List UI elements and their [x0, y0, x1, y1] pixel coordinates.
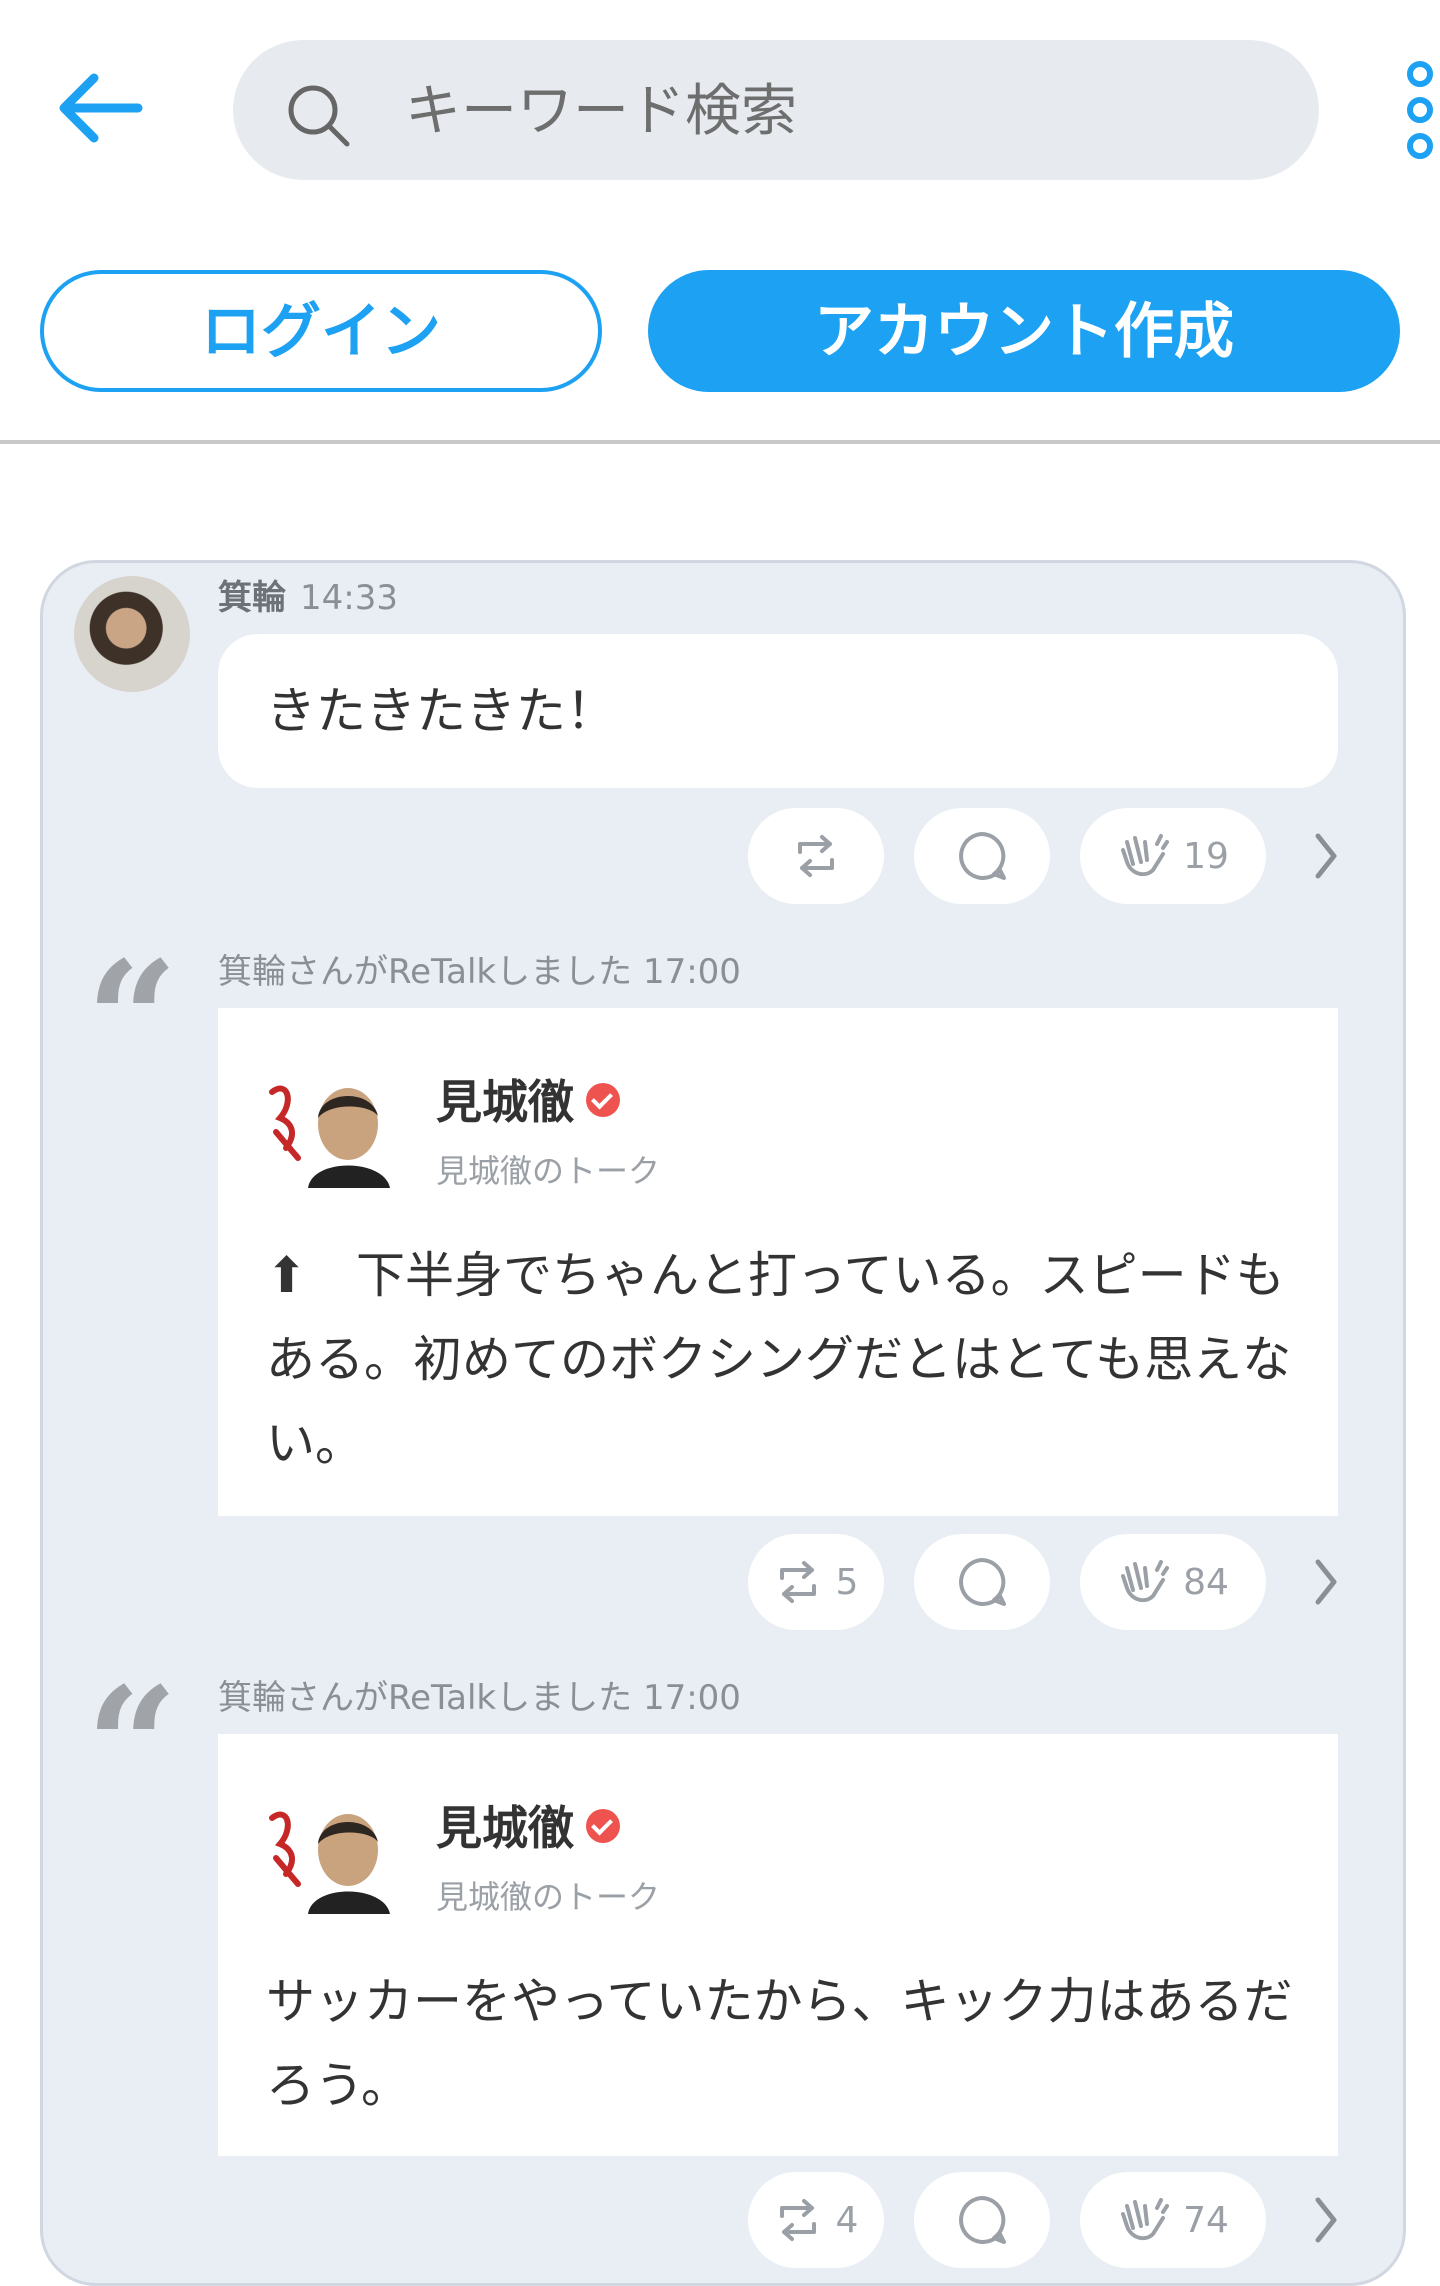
comment-button[interactable]	[914, 1534, 1050, 1630]
author-avatar[interactable]	[268, 1788, 394, 1914]
more-menu-button[interactable]	[1400, 58, 1440, 162]
verified-badge-icon	[586, 1082, 620, 1117]
retalk-card[interactable]: 見城徹 見城徹のトーク サッカーをやっていたから、キック力はあるだろう。	[218, 1734, 1338, 2156]
retalk-time: 17:00	[642, 952, 741, 992]
chevron-right-icon[interactable]	[1308, 826, 1344, 886]
retalk-count: 4	[835, 2199, 859, 2241]
chevron-right-icon[interactable]	[1308, 1552, 1344, 1612]
verified-badge-icon	[586, 1808, 620, 1843]
retalk-text: ⬆ 下半身でちゃんと打っている。スピードもある。初めてのボクシングだとはとても思…	[266, 1247, 1292, 1472]
back-button[interactable]	[52, 68, 148, 148]
clap-button[interactable]: 74	[1080, 2172, 1266, 2268]
retalk-icon	[798, 835, 834, 877]
search-icon	[288, 85, 350, 147]
search-bar[interactable]	[233, 40, 1319, 182]
header: ログイン アカウント作成	[0, 0, 1440, 444]
comment-icon	[959, 2196, 1006, 2244]
retalk-label: 箕輪さんがReTalkしました	[218, 952, 633, 992]
comment-icon	[959, 1558, 1006, 1606]
chevron-right-icon[interactable]	[1308, 2190, 1344, 2250]
retalk-card[interactable]: 見城徹 見城徹のトーク ⬆ 下半身でちゃんと打っている。スピードもある。初めての…	[218, 1008, 1338, 1516]
clap-count: 19	[1183, 835, 1229, 877]
clap-count: 84	[1183, 1561, 1229, 1603]
comment-button[interactable]	[914, 808, 1050, 904]
retalk-author[interactable]: 見城徹	[436, 1792, 620, 1858]
avatar[interactable]	[74, 576, 190, 692]
comment-button[interactable]	[914, 2172, 1050, 2268]
author-avatar[interactable]	[268, 1062, 394, 1188]
quote-icon: “	[86, 1652, 179, 1840]
retalk-text: サッカーをやっていたから、キック力はあるだろう。	[266, 1973, 1293, 2114]
retalk-button[interactable]	[748, 808, 884, 904]
quote-icon: “	[86, 926, 179, 1114]
search-input[interactable]	[403, 40, 1287, 182]
retalk-header: 箕輪さんがReTalkしました 17:00	[218, 944, 741, 993]
retalk-subname[interactable]: 見城徹のトーク	[436, 1872, 660, 1918]
retalk-author[interactable]: 見城徹	[436, 1066, 620, 1132]
retalk-label: 箕輪さんがReTalkしました	[218, 1678, 633, 1718]
post-bubble[interactable]: きたきたきた！	[218, 634, 1338, 788]
post-author[interactable]: 箕輪	[218, 578, 286, 618]
retalk-button[interactable]: 5	[748, 1534, 884, 1630]
clap-icon	[1121, 834, 1170, 877]
retalk-button[interactable]: 4	[748, 2172, 884, 2268]
arrow-left-icon	[59, 73, 143, 143]
retalk-subname[interactable]: 見城徹のトーク	[436, 1146, 660, 1192]
retalk-header: 箕輪さんがReTalkしました 17:00	[218, 1670, 741, 1719]
clap-icon	[1121, 1560, 1170, 1603]
create-account-button[interactable]: アカウント作成	[648, 270, 1400, 392]
clap-count: 74	[1183, 2199, 1229, 2241]
retalk-time: 17:00	[642, 1678, 741, 1718]
header-divider	[0, 440, 1440, 444]
clap-button[interactable]: 84	[1080, 1534, 1266, 1630]
post-time: 14:33	[300, 578, 398, 618]
post-meta: 箕輪 14:33	[218, 570, 398, 619]
comment-icon	[959, 832, 1006, 880]
retalk-icon	[779, 1561, 816, 1603]
retalk-count: 5	[835, 1561, 859, 1603]
clap-icon	[1121, 2198, 1170, 2241]
post-text: きたきたきた！	[266, 682, 616, 740]
login-button[interactable]: ログイン	[40, 270, 602, 392]
clap-button[interactable]: 19	[1080, 808, 1266, 904]
more-vertical-icon	[1407, 61, 1433, 159]
retalk-icon	[779, 2199, 816, 2241]
